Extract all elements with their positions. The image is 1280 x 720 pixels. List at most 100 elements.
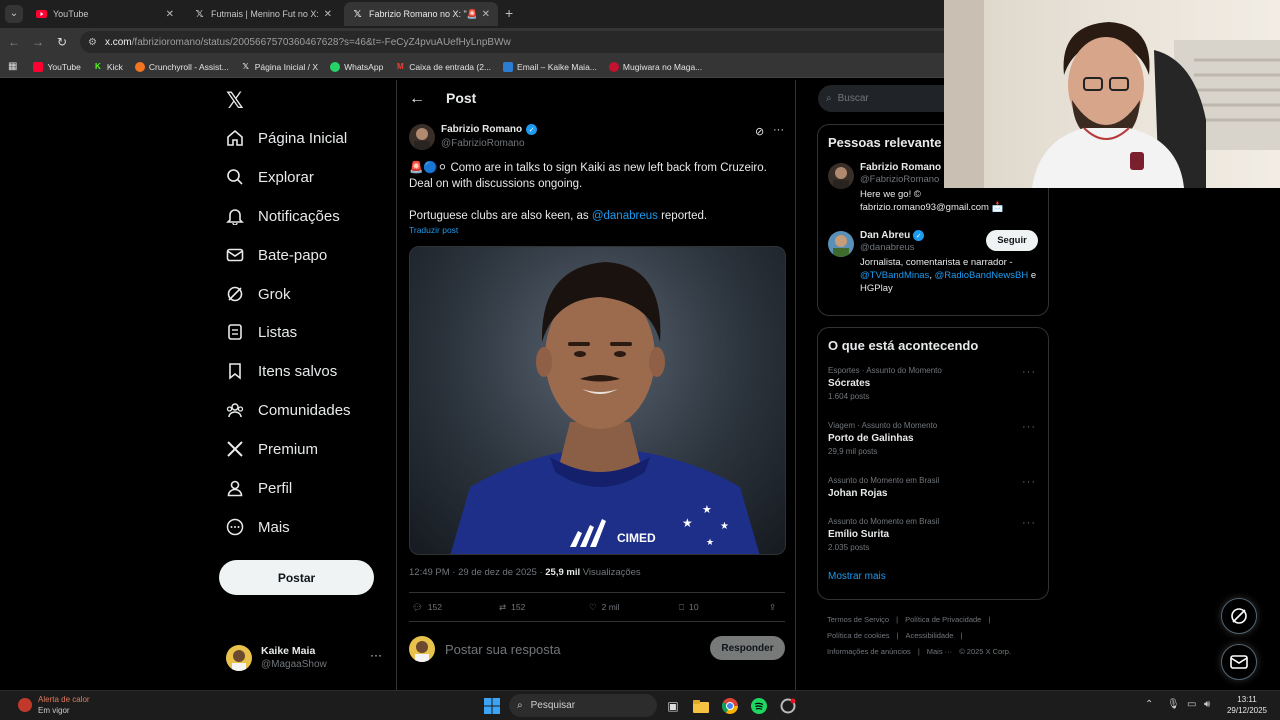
back-arrow-icon[interactable]: ← (409, 90, 425, 108)
post-button[interactable]: Postar (219, 560, 374, 595)
bio-link[interactable]: @RadioBandNewsBH (935, 270, 1029, 281)
grok-icon[interactable]: ⊘ (755, 125, 764, 138)
tab-title: Futmais | Menino Fut no X: "Os (211, 9, 318, 19)
chrome-icon[interactable] (720, 696, 740, 716)
author-name[interactable]: Fabrizio Romano ✓ (441, 124, 538, 135)
nav-item-listas[interactable]: Listas (226, 323, 297, 341)
bookmark-email[interactable]: Email – Kaike Maia... (503, 61, 597, 72)
share-action[interactable]: ⇪ (769, 602, 776, 613)
nav-item-mais[interactable]: Mais (226, 518, 290, 536)
follow-button[interactable]: Seguir (986, 230, 1038, 251)
more-options-icon[interactable]: ··· (1022, 517, 1036, 529)
heart-icon: ♡ (589, 601, 597, 612)
gmail-icon: M (396, 61, 404, 71)
system-clock[interactable]: 13:11 29/12/2025 (1222, 694, 1272, 716)
bookmark-label: Caixa de entrada (2... (409, 61, 492, 72)
app-icon[interactable] (778, 696, 798, 716)
task-view-icon[interactable]: ▣ (663, 696, 683, 716)
footer-link[interactable]: Informações de anúncios (827, 647, 911, 656)
reply-action[interactable]: 💬︎ 152 (409, 602, 499, 613)
streamer-video (944, 0, 1280, 188)
footer-link[interactable]: Acessibilidade (906, 631, 954, 640)
footer-link[interactable]: Termos de Serviço (827, 615, 889, 624)
author-handle[interactable]: @FabrizioRomano (441, 138, 525, 149)
like-count: 2 mil (601, 602, 620, 612)
nav-item-itens-salvos[interactable]: Itens salvos (226, 362, 337, 380)
back-icon[interactable]: ← (6, 34, 22, 50)
bookmark-crunchyroll[interactable]: Crunchyroll - Assist... (134, 61, 229, 72)
trend-item[interactable]: Viagem · Assunto do Momento Porto de Gali… (818, 416, 1048, 471)
tab-fabrizio[interactable]: 𝕏 Fabrizio Romano no X: "🚨🔵⚪ ✕ (344, 2, 498, 26)
nav-item-perfil[interactable]: Perfil (226, 479, 292, 497)
nav-item-premium[interactable]: Premium (226, 440, 318, 458)
taskbar-search-label: Pesquisar (530, 700, 576, 711)
nav-item-notifica-es[interactable]: Notificações (226, 207, 340, 225)
account-switcher[interactable]: Kaike Maia @MagaaShow ··· (226, 643, 386, 673)
grok-fab[interactable] (1221, 598, 1257, 634)
more-options-icon[interactable]: ··· (773, 124, 784, 136)
bookmark-action[interactable]: ⎕ 10 (679, 602, 769, 613)
nav-item-bate-papo[interactable]: Bate-papo (226, 246, 327, 264)
footer-link[interactable]: Política de cookies (827, 631, 890, 640)
bookmark-x[interactable]: 𝕏 Página Inicial / X (241, 62, 319, 72)
volume-icon[interactable]: 🔊︎ (1204, 699, 1210, 710)
translate-link[interactable]: Traduzir post (409, 225, 458, 235)
more-icon[interactable]: ··· (370, 648, 382, 662)
post-timestamp[interactable]: 12:49 PM · 29 de dez de 2025 · (409, 567, 545, 578)
chevron-up-icon[interactable]: ⌃ (1145, 699, 1153, 710)
trends-title: O que está acontecendo (828, 338, 979, 353)
reply-button[interactable]: Responder (710, 636, 785, 660)
weather-title: Alerta de calor (38, 695, 90, 704)
footer-link[interactable]: Mais ··· (927, 647, 952, 656)
kick-icon: K (94, 61, 101, 71)
url-input[interactable]: ⚙ x.com/fabrizioromano/status/2005667570… (80, 31, 960, 53)
bookmark-gmail[interactable]: M Caixa de entrada (2... (395, 62, 491, 72)
forward-icon[interactable]: → (30, 34, 46, 50)
spotify-icon[interactable] (749, 696, 769, 716)
file-explorer-icon[interactable] (691, 696, 711, 716)
close-icon[interactable]: ✕ (482, 9, 490, 20)
new-tab-button[interactable]: + (505, 5, 513, 21)
person-dan-abreu[interactable]: Dan Abreu ✓ @danabreus Jornalista, coment… (818, 224, 1048, 301)
more-options-icon[interactable]: ··· (1022, 366, 1036, 378)
bookmark-whatsapp[interactable]: WhatsApp (330, 61, 383, 72)
tab-search-button[interactable]: ⌄ (5, 5, 23, 23)
footer-link[interactable]: Política de Privacidade (905, 615, 981, 624)
taskbar-search[interactable]: ⌕ Pesquisar (509, 694, 657, 717)
nav-item-label: Explorar (258, 168, 314, 186)
post-image[interactable]: CIMED ★ ★ ★ ★ (409, 246, 786, 555)
tab-youtube[interactable]: YouTube ✕ (28, 2, 182, 26)
nav-item-p-gina-inicial[interactable]: Página Inicial (226, 129, 347, 147)
bookmark-mugiwara[interactable]: Mugiwara no Maga... (608, 61, 702, 72)
more-options-icon[interactable]: ··· (1022, 476, 1036, 488)
bookmark-youtube[interactable]: YouTube (33, 61, 81, 72)
like-action[interactable]: ♡ 2 mil (589, 602, 679, 613)
site-info-icon[interactable]: ⚙ (88, 37, 97, 48)
x-logo-icon[interactable]: 𝕏 (226, 88, 244, 114)
author-avatar[interactable] (409, 124, 435, 150)
mention-link[interactable]: @danabreus (592, 210, 658, 222)
close-icon[interactable]: ✕ (324, 9, 332, 20)
footer-links: Termos de Serviço | Política de Privacidad… (827, 612, 1047, 660)
nav-item-comunidades[interactable]: Comunidades (226, 401, 351, 419)
tab-futmais[interactable]: 𝕏 Futmais | Menino Fut no X: "Os ✕ (186, 2, 340, 26)
start-button[interactable] (482, 696, 502, 716)
close-icon[interactable]: ✕ (166, 9, 174, 20)
more-options-icon[interactable]: ··· (1022, 421, 1036, 433)
show-more-link[interactable]: Mostrar mais (818, 567, 1048, 594)
reply-input[interactable]: Postar sua resposta (445, 642, 561, 657)
microphone-icon[interactable]: 🎙︎ (1167, 699, 1180, 710)
repost-action[interactable]: ⇄ 152 (499, 602, 589, 613)
network-icon[interactable]: ▭ (1187, 699, 1196, 710)
trend-item[interactable]: Esportes · Assunto do Momento Sócrates 1.6… (818, 361, 1048, 416)
trend-item[interactable]: Assunto do Momento em Brasil Johan Rojas ·… (818, 471, 1048, 512)
reload-icon[interactable]: ↻ (54, 34, 70, 50)
bookmark-kick[interactable]: K Kick (93, 62, 123, 72)
nav-item-explorar[interactable]: Explorar (226, 168, 314, 186)
nav-item-grok[interactable]: Grok (226, 285, 291, 303)
bio-link[interactable]: @TVBandMinas (860, 270, 929, 281)
weather-widget[interactable]: Alerta de calor Em vigor (18, 694, 90, 716)
messages-fab[interactable] (1221, 644, 1257, 680)
apps-grid-icon[interactable]: ▦ (8, 61, 17, 72)
trend-item[interactable]: Assunto do Momento em Brasil Emílio Surit… (818, 512, 1048, 567)
